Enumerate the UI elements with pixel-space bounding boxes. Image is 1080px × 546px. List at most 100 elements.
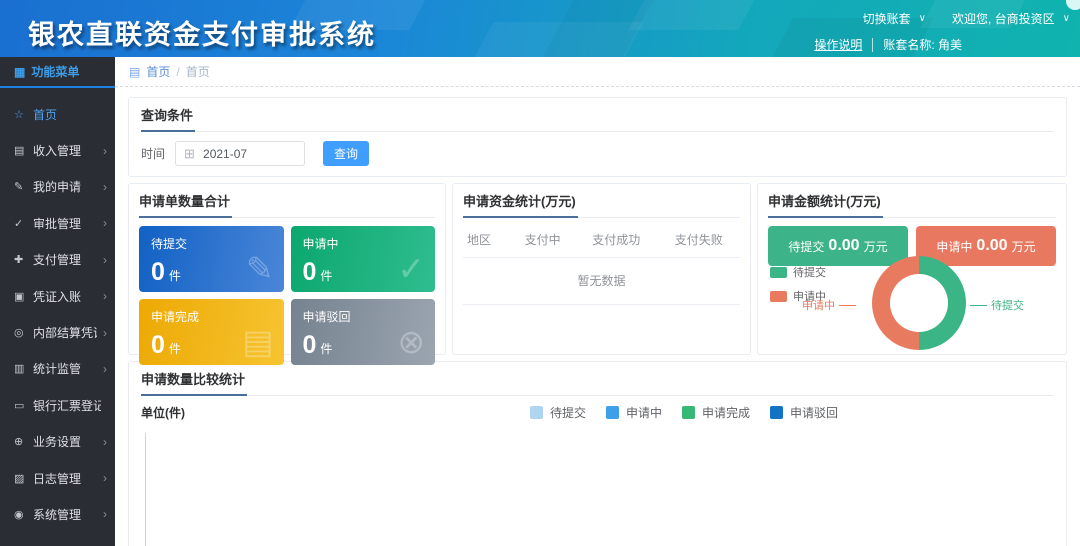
breadcrumb-home-link[interactable]: 首页 — [146, 63, 170, 80]
chevron-down-icon[interactable]: ∨ — [919, 13, 926, 24]
account-name-label: 账套名称: 角美 — [883, 36, 962, 53]
column-header-region: 地区 — [463, 222, 510, 258]
star-icon: ☆ — [14, 108, 27, 121]
app-title: 银农直联资金支付审批系统 — [28, 13, 376, 52]
stat-value: 0 — [303, 258, 317, 286]
plus-icon: ✚ — [14, 253, 27, 266]
legend-swatch-lightblue — [530, 406, 543, 419]
chevron-right-icon: › — [103, 216, 107, 230]
funds-statistics-title: 申请资金统计(万元) — [463, 184, 578, 218]
sidebar-item-log-management[interactable]: ▨ 日志管理 › — [0, 460, 115, 496]
donut-label-pending: 待提交 — [970, 297, 1024, 313]
app-window: 银农直联资金支付审批系统 切换账套 ∨ 欢迎您, 台商投资区 ∨ 操作说明 账套… — [0, 0, 1080, 546]
sidebar-item-approval[interactable]: ✓ 审批管理 › — [0, 205, 115, 241]
column-header-paying: 支付中 — [510, 222, 575, 258]
sidebar-item-home[interactable]: ☆ 首页 — [0, 96, 115, 132]
dashboard-content: 查询条件 时间 ⊞ 2021-07 查询 申请单数量合计 — [115, 88, 1080, 546]
donut-chart-area: 申请中 待提交 — [758, 250, 1066, 354]
query-panel: 查询条件 时间 ⊞ 2021-07 查询 — [128, 97, 1067, 177]
donut-label-applying: 申请中 — [802, 297, 856, 313]
leader-line — [839, 305, 856, 306]
app-header: 银农直联资金支付审批系统 切换账套 ∨ 欢迎您, 台商投资区 ∨ 操作说明 账套… — [0, 0, 1080, 57]
check-icon: ✓ — [14, 217, 27, 230]
sidebar-item-my-applications[interactable]: ✎ 我的申请 › — [0, 169, 115, 205]
briefcase-icon: ▣ — [14, 290, 27, 303]
amount-statistics-title: 申请金额统计(万元) — [768, 184, 883, 218]
chevron-right-icon: › — [103, 289, 107, 303]
stat-value: 0 — [151, 258, 165, 286]
chevron-right-icon: › — [103, 326, 107, 340]
switch-account-link[interactable]: 切换账套 — [863, 10, 911, 27]
legend-item[interactable]: 申请中 — [606, 404, 662, 421]
chevron-right-icon: › — [103, 362, 107, 376]
donut-chart — [872, 256, 966, 350]
grid-icon: ▦ — [14, 65, 25, 79]
month-picker-input[interactable]: ⊞ 2021-07 — [175, 141, 305, 166]
operation-manual-link[interactable]: 操作说明 — [814, 36, 862, 53]
chevron-right-icon: › — [103, 435, 107, 449]
empty-data-text: 暂无数据 — [463, 258, 740, 305]
chevron-right-icon: › — [103, 180, 107, 194]
legend-swatch-green — [682, 406, 695, 419]
application-count-title: 申请单数量合计 — [139, 184, 232, 218]
search-button[interactable]: 查询 — [323, 141, 369, 166]
stat-card-completed: 申请完成 0件 ▤ — [139, 299, 284, 365]
y-axis-line — [145, 433, 146, 546]
main-area: ▤ 首页 / 首页 查询条件 时间 ⊞ 2021-07 查询 — [115, 57, 1080, 546]
page-icon: ▤ — [129, 65, 140, 79]
stats-row: 申请单数量合计 待提交 0件 ✎ 申请中 0件 ✓ — [128, 183, 1067, 355]
stat-card-rejected: 申请驳回 0件 ⊗ — [291, 299, 436, 365]
query-panel-title: 查询条件 — [141, 98, 195, 132]
bar-chart-legend: 待提交 申请中 申请完成 申请驳回 — [530, 404, 838, 421]
column-header-success: 支付成功 — [575, 222, 658, 258]
leader-line — [970, 305, 987, 306]
sidebar-item-payment[interactable]: ✚ 支付管理 › — [0, 242, 115, 278]
gear-icon: ◉ — [14, 508, 27, 521]
stat-card-applying: 申请中 0件 ✓ — [291, 226, 436, 292]
list-check-icon: ✓ — [397, 249, 425, 288]
legend-swatch-darkblue — [770, 406, 783, 419]
sidebar-item-system-management[interactable]: ◉ 系统管理 › — [0, 496, 115, 532]
funds-table: 地区 支付中 支付成功 支付失败 暂无数据 — [463, 222, 740, 305]
column-header-failed: 支付失败 — [657, 222, 740, 258]
stat-value: 0 — [151, 331, 165, 359]
breadcrumb-separator: / — [176, 65, 179, 79]
sidebar-item-internal-settlement[interactable]: ◎ 内部结算凭证 › — [0, 314, 115, 350]
target-icon: ◎ — [14, 326, 27, 339]
time-label: 时间 — [141, 145, 165, 162]
legend-item[interactable]: 申请完成 — [682, 404, 750, 421]
pencil-icon: ✎ — [14, 180, 27, 193]
sidebar-item-statistics[interactable]: ▥ 统计监管 › — [0, 351, 115, 387]
sidebar-item-income[interactable]: ▤ 收入管理 › — [0, 132, 115, 168]
funds-statistics-panel: 申请资金统计(万元) 地区 支付中 支付成功 支付失败 暂无数 — [452, 183, 751, 355]
chevron-right-icon: › — [103, 471, 107, 485]
sidebar: ▦ 功能菜单 ☆ 首页 ▤ 收入管理 › ✎ 我的申请 › ✓ 审批管理 › — [0, 57, 115, 546]
sidebar-menu-title: 功能菜单 — [31, 63, 79, 80]
amount-statistics-panel: 申请金额统计(万元) 待提交 0.00 万元 申请中 0.00 万元 — [757, 183, 1067, 355]
chevron-down-icon[interactable]: ∨ — [1063, 13, 1070, 24]
legend-item[interactable]: 待提交 — [530, 404, 586, 421]
stat-card-pending-submit: 待提交 0件 ✎ — [139, 226, 284, 292]
document-reject-icon: ⊗ — [397, 322, 425, 361]
divider — [872, 38, 873, 52]
chevron-right-icon: › — [103, 144, 107, 158]
welcome-user-label[interactable]: 欢迎您, 台商投资区 — [952, 10, 1055, 27]
bar-chart-plot-area — [141, 433, 1054, 546]
sidebar-item-bank-draft[interactable]: ▭ 银行汇票登记 — [0, 387, 115, 423]
legend-swatch-blue — [606, 406, 619, 419]
document-icon: ▤ — [242, 322, 273, 361]
month-picker-value: 2021-07 — [203, 147, 247, 161]
breadcrumb: ▤ 首页 / 首页 — [115, 57, 1080, 87]
legend-item[interactable]: 申请驳回 — [770, 404, 838, 421]
link-icon: ⊕ — [14, 435, 27, 448]
chevron-right-icon: › — [103, 253, 107, 267]
stat-value: 0 — [303, 331, 317, 359]
sidebar-item-voucher-entry[interactable]: ▣ 凭证入账 › — [0, 278, 115, 314]
sidebar-menu: ☆ 首页 ▤ 收入管理 › ✎ 我的申请 › ✓ 审批管理 › ✚ 支付管理 — [0, 88, 115, 533]
header-corner-dot — [1066, 0, 1080, 10]
bar-chart-icon: ▥ — [14, 362, 27, 375]
sidebar-item-business-settings[interactable]: ⊕ 业务设置 › — [0, 424, 115, 460]
edit-document-icon: ✎ — [246, 249, 274, 288]
comparison-chart-title: 申请数量比较统计 — [141, 362, 247, 396]
document-icon: ▤ — [14, 144, 27, 157]
